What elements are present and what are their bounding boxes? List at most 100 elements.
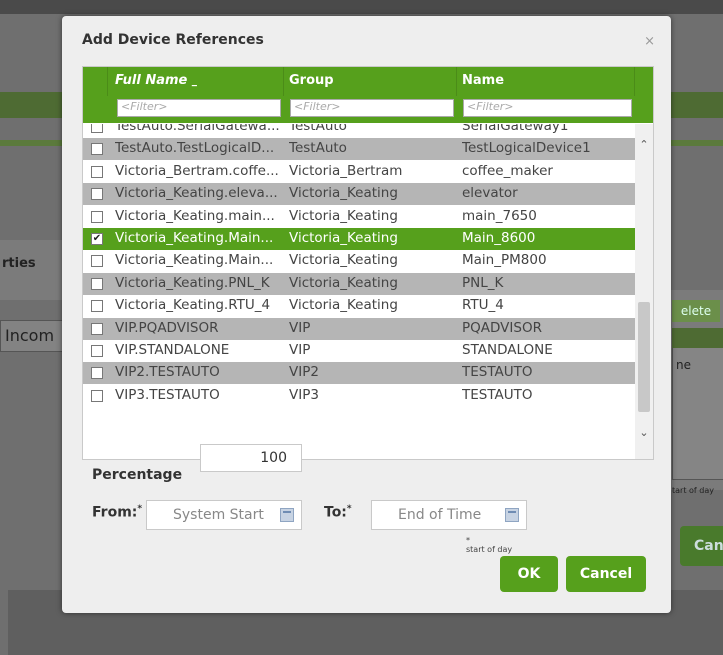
ok-button[interactable]: OK [500,556,558,592]
device-grid: Full Name _ Group Name <Filter> <Filter>… [82,66,654,460]
cell-name: coffee_maker [462,162,553,179]
dialog-title: Add Device References [82,32,264,48]
cell-group: Victoria_Keating [289,207,398,224]
cell-full-name: Victoria_Keating.PNL_K [115,274,270,291]
cell-group: TestAuto [289,124,347,134]
background-topbar [0,0,723,14]
column-header-group[interactable]: Group [289,73,334,88]
cell-full-name: TestAuto.SerialGatewa... [115,124,280,134]
chevron-down-icon[interactable]: ⌄ [638,426,650,439]
cell-group: Victoria_Keating [289,185,398,202]
checkbox[interactable] [91,188,103,201]
table-row[interactable]: TestAuto.SerialGatewa... TestAuto SerialGa… [83,124,635,138]
checkbox[interactable] [91,345,103,357]
to-date-input[interactable]: End of Time [371,500,527,530]
cell-group: VIP [289,319,311,336]
background-income-text: Incom [5,326,55,345]
background-delete-button: elete [672,300,720,322]
background-start-of-day-note: tart of day [672,486,714,495]
grid-rows: TestAuto.SerialGatewa... TestAuto SerialGa… [83,124,635,459]
from-date-value: System Start [173,507,264,523]
percentage-label: Percentage [92,467,183,483]
calendar-icon[interactable] [280,508,294,522]
cell-group: Victoria_Keating [289,274,398,291]
checkbox[interactable] [91,277,103,290]
table-row[interactable]: VIP2.TESTAUTO VIP2 TESTAUTO [83,362,635,385]
close-icon[interactable]: × [644,34,655,49]
group-filter-input[interactable]: <Filter> [290,99,454,117]
sort-indicator-icon: _ [191,76,197,87]
cell-name: RTU_4 [462,297,504,314]
to-label: To:* [324,504,352,521]
from-date-input[interactable]: System Start [146,500,302,530]
grid-scrollbar[interactable]: ⌃ ⌄ [635,124,653,459]
cell-name: STANDALONE [462,342,553,358]
checkbox-checked[interactable]: ✔ [91,233,103,245]
cell-name: main_7650 [462,207,537,224]
background-right-list-text: ne [676,358,691,372]
background-cancel-button: Can [680,526,723,566]
table-row[interactable]: ✔ Victoria_Keating.Main... Victoria_Keatin… [83,228,635,250]
percentage-input[interactable]: 100 [200,444,302,472]
cell-name: TestLogicalDevice1 [462,140,591,157]
table-row[interactable]: Victoria_Keating.PNL_K Victoria_Keating PN… [83,272,635,295]
filter-row: <Filter> <Filter> <Filter> [83,96,653,123]
scrollbar-thumb[interactable] [638,302,650,412]
cell-full-name: Victoria_Keating.main... [115,207,275,224]
table-row[interactable]: VIP.STANDALONE VIP STANDALONE [83,340,635,362]
chevron-up-icon[interactable]: ⌃ [638,138,650,151]
table-row[interactable]: Victoria_Keating.eleva... Victoria_Keatin… [83,183,635,206]
checkbox[interactable] [91,300,103,313]
cell-full-name: Victoria_Keating.RTU_4 [115,297,271,314]
to-date-value: End of Time [398,507,482,523]
cell-full-name: Victoria_Keating.eleva... [115,185,278,202]
full-name-filter-input[interactable]: <Filter> [117,99,281,117]
cell-full-name: VIP2.TESTAUTO [115,364,220,381]
cell-group: Victoria_Bertram [289,162,403,179]
add-device-references-dialog: Add Device References × Full Name _ Grou… [62,16,671,613]
table-row[interactable]: VIP3.TESTAUTO VIP3 TESTAUTO [83,384,635,407]
cancel-button[interactable]: Cancel [566,556,646,592]
background-right-list-header [672,328,723,348]
cell-name: TESTAUTO [462,364,533,381]
checkbox[interactable] [91,389,103,402]
checkbox[interactable] [91,165,103,178]
background-right-list [672,328,723,480]
checkbox[interactable] [91,143,103,156]
checkbox[interactable] [91,367,103,380]
checkbox[interactable] [91,210,103,223]
calendar-icon[interactable] [505,508,519,522]
cell-name: elevator [462,185,518,202]
cell-full-name: Victoria_Keating.Main... [115,230,274,246]
checkbox[interactable] [91,124,103,133]
cell-full-name: TestAuto.TestLogicalD... [115,140,275,157]
cell-group: VIP [289,342,311,358]
cell-group: VIP2 [289,364,319,381]
cell-group: VIP3 [289,386,319,403]
start-of-day-note: * start of day [466,536,513,554]
cell-full-name: VIP3.TESTAUTO [115,386,220,403]
background-properties-label: rties [2,256,36,271]
cell-name: PNL_K [462,274,504,291]
checkbox[interactable] [91,255,103,268]
table-row[interactable]: Victoria_Keating.RTU_4 Victoria_Keating RT… [83,295,635,318]
cell-group: TestAuto [289,140,347,157]
table-row[interactable]: TestAuto.TestLogicalD... TestAuto TestLogi… [83,138,635,161]
checkbox[interactable] [91,322,103,335]
cell-group: Victoria_Keating [289,230,398,246]
name-filter-input[interactable]: <Filter> [463,99,632,117]
column-header-name[interactable]: Name [462,73,504,88]
cell-group: Victoria_Keating [289,252,398,269]
cell-name: Main_8600 [462,230,536,246]
cell-name: Main_PM800 [462,252,547,269]
table-row[interactable]: Victoria_Keating.Main... Victoria_Keating… [83,250,635,273]
column-header-full-name[interactable]: Full Name _ [115,73,197,88]
table-row[interactable]: VIP.PQADVISOR VIP PQADVISOR [83,317,635,340]
table-row[interactable]: Victoria_Keating.main... Victoria_Keating… [83,205,635,228]
table-row[interactable]: Victoria_Bertram.coffe... Victoria_Bertra… [83,160,635,183]
from-label: From:* [92,504,143,521]
cell-full-name: VIP.PQADVISOR [115,319,219,336]
cell-full-name: VIP.STANDALONE [115,342,230,358]
cell-name: PQADVISOR [462,319,542,336]
cell-group: Victoria_Keating [289,297,398,314]
